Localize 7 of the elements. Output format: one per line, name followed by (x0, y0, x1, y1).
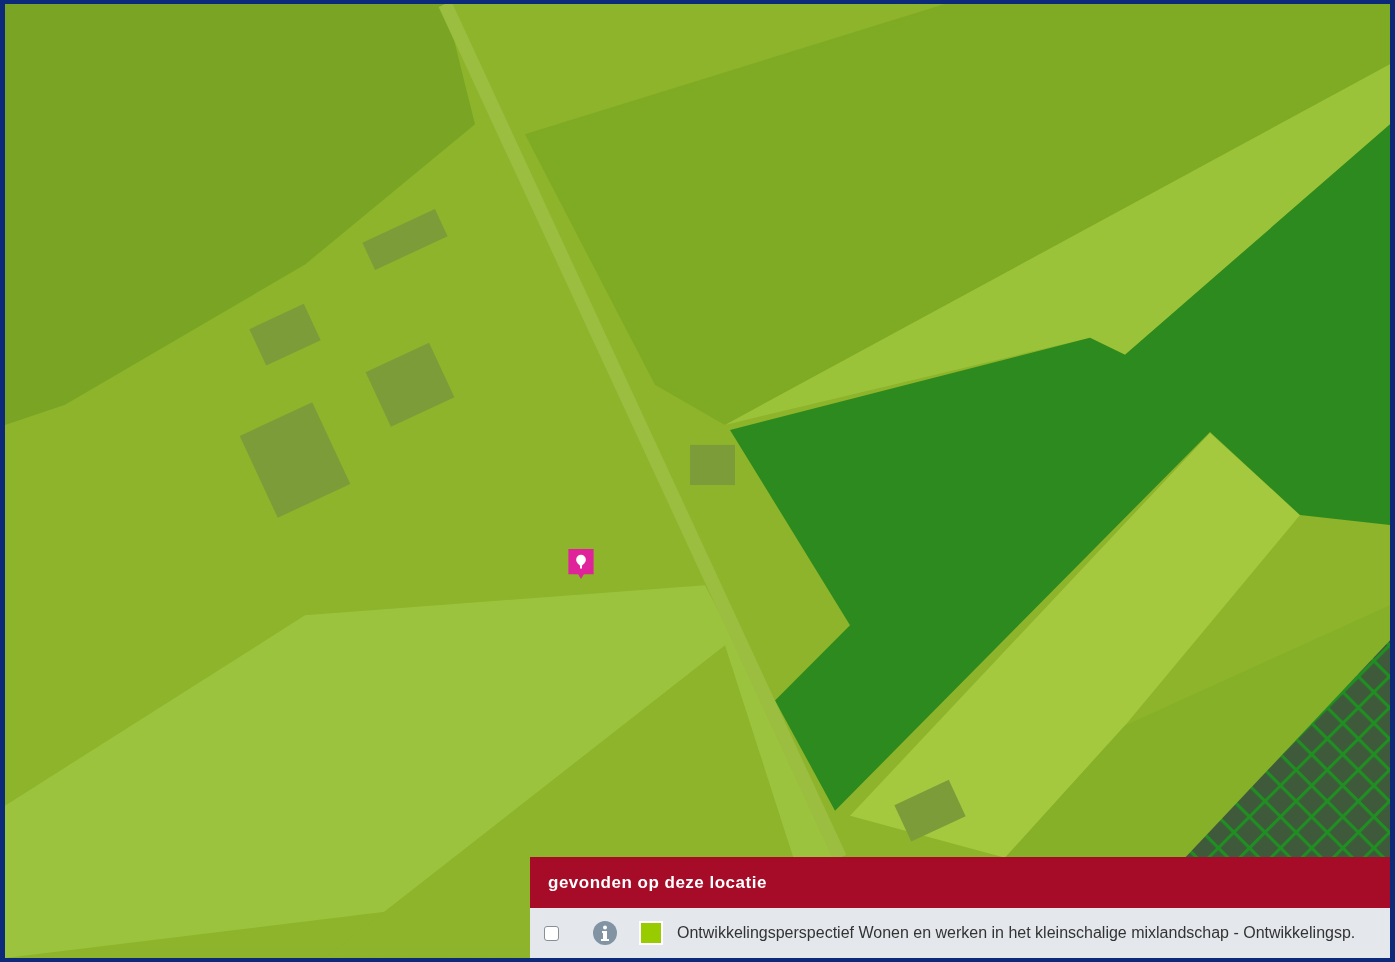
aerial-map-drawing[interactable] (5, 4, 1390, 958)
result-label: Ontwikkelingsperspectief Wonen en werken in het kleinschalige mixlandschap - Ontwikkelingsp. (677, 924, 1356, 942)
checkbox[interactable] (544, 925, 559, 941)
result-row[interactable]: Ontwikkelingsperspectief Wonen en werken in het kleinschalige mixlandschap - Ontwikkelingsp. (530, 908, 1390, 958)
info-icon[interactable] (593, 921, 617, 945)
panel-header: gevonden op deze locatie (530, 857, 1390, 908)
map-pin-icon[interactable] (568, 549, 594, 580)
